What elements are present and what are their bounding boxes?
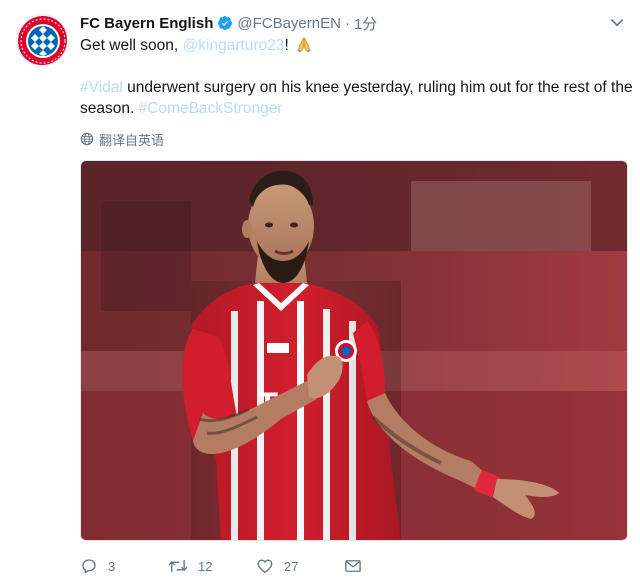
reply-button[interactable]: 3: [80, 555, 168, 577]
separator-dot: ·: [344, 14, 350, 32]
retweet-count: 12: [198, 558, 213, 574]
tweet-actions: 3 12 27: [80, 555, 372, 577]
envelope-icon: [345, 560, 361, 572]
fc-bayern-logo: [18, 16, 67, 65]
tweet-text-line-3: season. #ComeBackStronger: [80, 98, 282, 120]
tweet-text-end: !: [284, 37, 289, 54]
tweet-photo[interactable]: T··: [80, 160, 628, 541]
globe-icon: [80, 132, 94, 146]
reply-icon: [82, 559, 96, 574]
tweet[interactable]: FC Bayern English @FCBayernEN · 1分 Get w…: [0, 0, 640, 587]
handle[interactable]: @FCBayernEN: [237, 15, 341, 32]
retweet-icon: [168, 559, 188, 573]
tweet-text: underwent surgery on his knee yesterday,…: [122, 79, 633, 96]
tweet-text-line-1: Get well soon, @kingarturo23!: [80, 35, 313, 57]
display-name[interactable]: FC Bayern English: [80, 15, 213, 32]
retweet-button[interactable]: 12: [168, 555, 256, 577]
folded-hands-emoji: [297, 37, 311, 53]
tweet-header: FC Bayern English @FCBayernEN · 1分: [80, 12, 377, 34]
timestamp[interactable]: 1分: [354, 13, 377, 34]
reply-count: 3: [108, 558, 116, 574]
hashtag-link[interactable]: #Vidal: [80, 79, 123, 96]
hashtag-link[interactable]: #ComeBackStronger: [139, 100, 283, 117]
translate-label: 翻译自英语: [99, 132, 165, 148]
player-photo: T··: [81, 161, 627, 540]
chevron-down-icon[interactable]: [608, 14, 626, 32]
heart-icon: [257, 559, 273, 574]
verified-badge-icon: [218, 16, 233, 31]
like-count: 27: [284, 558, 299, 574]
direct-message-button[interactable]: [344, 555, 372, 577]
avatar[interactable]: [16, 14, 68, 66]
tweet-text: season.: [80, 100, 139, 117]
tweet-text: Get well soon,: [80, 37, 183, 54]
mention-link[interactable]: @kingarturo23: [183, 37, 285, 54]
like-button[interactable]: 27: [256, 555, 344, 577]
translate-tweet[interactable]: 翻译自英语: [80, 130, 164, 148]
tweet-text-line-2: #Vidal underwent surgery on his knee yes…: [80, 77, 633, 99]
